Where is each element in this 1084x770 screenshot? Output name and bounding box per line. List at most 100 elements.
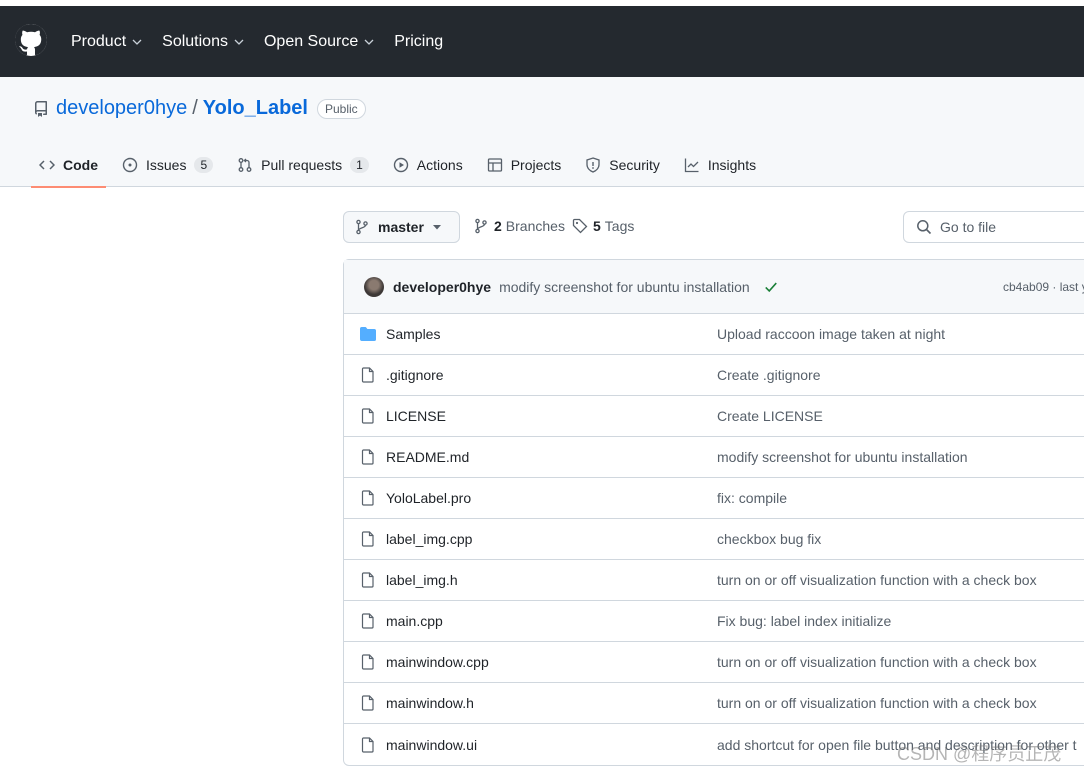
file-name-link[interactable]: LICENSE: [386, 408, 446, 424]
commit-message-link[interactable]: modify screenshot for ubuntu installatio…: [499, 279, 750, 295]
tab-code-label: Code: [63, 157, 98, 173]
branches-link[interactable]: 2 Branches: [473, 218, 565, 234]
issues-counter: 5: [194, 157, 214, 173]
file-name-link[interactable]: YoloLabel.pro: [386, 490, 471, 506]
tab-pull-requests[interactable]: Pull requests 1: [229, 143, 377, 187]
file-name-link[interactable]: mainwindow.h: [386, 695, 474, 711]
file-commit-message-link[interactable]: Create LICENSE: [717, 408, 823, 424]
file-commit-message-link[interactable]: modify screenshot for ubuntu installatio…: [717, 449, 968, 465]
file-name-link[interactable]: .gitignore: [386, 367, 444, 383]
visibility-badge: Public: [317, 98, 366, 119]
file-icon: [360, 449, 376, 465]
tab-actions-label: Actions: [416, 157, 463, 173]
tab-insights-label: Insights: [707, 157, 757, 173]
caret-down-icon: [433, 225, 441, 230]
nav-pricing[interactable]: Pricing: [394, 33, 443, 51]
tags-count: 5: [593, 218, 601, 234]
file-name-link[interactable]: Samples: [386, 326, 440, 342]
repo-separator: /: [192, 97, 198, 119]
commit-hash-link[interactable]: cb4ab09 · last y: [1003, 280, 1084, 294]
file-row[interactable]: mainwindow.h turn on or off visualization…: [344, 683, 1084, 724]
file-commit-message-link[interactable]: Fix bug: label index initialize: [717, 613, 891, 629]
nav-solutions[interactable]: Solutions: [162, 33, 244, 51]
avatar[interactable]: [364, 276, 384, 297]
file-icon: [360, 695, 376, 711]
file-name-link[interactable]: label_img.cpp: [386, 531, 472, 547]
tab-actions[interactable]: Actions: [385, 143, 471, 187]
github-logo-icon[interactable]: [15, 24, 47, 56]
tab-pull-requests-label: Pull requests: [261, 157, 343, 173]
go-to-file-input[interactable]: Go to file: [903, 211, 1084, 243]
git-branch-icon: [475, 218, 487, 234]
tags-link[interactable]: 5 Tags: [572, 218, 634, 234]
table-icon: [487, 158, 502, 172]
file-icon: [360, 531, 376, 547]
file-commit-message-link[interactable]: Upload raccoon image taken at night: [717, 326, 945, 342]
pull-request-icon: [238, 158, 252, 172]
file-icon: [360, 613, 376, 629]
chevron-down-icon: [234, 39, 244, 45]
tab-issues-label: Issues: [146, 157, 187, 173]
repo-title: developer0hye / Yolo_Label Public: [33, 97, 366, 120]
file-name-link[interactable]: main.cpp: [386, 613, 443, 629]
file-commit-message-link[interactable]: checkbox bug fix: [717, 531, 821, 547]
file-row[interactable]: .gitignore Create .gitignore: [344, 355, 1084, 396]
chevron-down-icon: [132, 39, 142, 45]
file-row[interactable]: label_img.h turn on or off visualization …: [344, 560, 1084, 601]
branch-selector-button[interactable]: master: [343, 211, 460, 243]
nav-open-source[interactable]: Open Source: [264, 33, 374, 51]
file-row[interactable]: mainwindow.cpp turn on or off visualizati…: [344, 642, 1084, 683]
go-to-file-placeholder: Go to file: [940, 219, 997, 235]
repo-name-link[interactable]: Yolo_Label: [203, 97, 308, 120]
tab-projects-label: Projects: [510, 157, 562, 173]
file-name-link[interactable]: mainwindow.cpp: [386, 654, 489, 670]
nav-pricing-label: Pricing: [394, 32, 444, 50]
nav-open-source-label: Open Source: [263, 32, 359, 50]
branches-label: Branches: [505, 218, 565, 234]
file-row[interactable]: LICENSE Create LICENSE: [344, 396, 1084, 437]
file-row[interactable]: main.cpp Fix bug: label index initialize: [344, 601, 1084, 642]
file-commit-message-link[interactable]: turn on or off visualization function wi…: [717, 654, 1037, 670]
tab-insights[interactable]: Insights: [676, 143, 764, 187]
repo-icon: [34, 100, 47, 117]
latest-commit-row: developer0hye modify screenshot for ubun…: [344, 260, 1084, 314]
branch-name: master: [378, 219, 424, 235]
file-commit-message-link[interactable]: turn on or off visualization function wi…: [717, 695, 1037, 711]
issue-icon: [122, 157, 138, 173]
tags-label: Tags: [604, 218, 635, 234]
tab-security[interactable]: Security: [577, 143, 668, 187]
tab-projects[interactable]: Projects: [479, 143, 570, 187]
tag-icon: [572, 218, 588, 234]
nav-product-label: Product: [71, 32, 127, 50]
tab-security-label: Security: [609, 157, 660, 173]
search-icon: [917, 220, 932, 235]
top-nav: Product Solutions Open Source Pricing: [71, 6, 463, 77]
tab-code[interactable]: Code: [31, 143, 106, 188]
file-commit-message-link[interactable]: Create .gitignore: [717, 367, 821, 383]
file-row[interactable]: YoloLabel.pro fix: compile: [344, 478, 1084, 519]
check-icon[interactable]: [764, 280, 778, 294]
repo-owner-link[interactable]: developer0hye: [56, 97, 187, 120]
file-icon: [360, 572, 376, 588]
file-commit-message-link[interactable]: turn on or off visualization function wi…: [717, 572, 1037, 588]
tab-issues[interactable]: Issues 5: [114, 143, 221, 187]
file-row[interactable]: label_img.cpp checkbox bug fix: [344, 519, 1084, 560]
code-icon: [39, 160, 55, 170]
file-row[interactable]: Samples Upload raccoon image taken at nig…: [344, 314, 1084, 355]
file-name-link[interactable]: README.md: [386, 449, 469, 465]
branches-count: 2: [494, 218, 502, 234]
file-commit-message-link[interactable]: fix: compile: [717, 490, 787, 506]
file-table: developer0hye modify screenshot for ubun…: [343, 259, 1084, 766]
watermark: CSDN @程序员正茂: [897, 744, 1062, 764]
shield-icon: [586, 157, 600, 173]
commit-author-link[interactable]: developer0hye: [393, 279, 491, 295]
file-name-link[interactable]: label_img.h: [386, 572, 458, 588]
file-icon: [360, 408, 376, 424]
nav-product[interactable]: Product: [71, 33, 142, 51]
file-name-link[interactable]: mainwindow.ui: [386, 737, 477, 753]
repo-tabs: Code Issues 5 Pull requests 1 Actions Pr…: [31, 143, 772, 188]
folder-icon: [360, 326, 376, 342]
file-row[interactable]: README.md modify screenshot for ubuntu in…: [344, 437, 1084, 478]
play-icon: [393, 157, 408, 173]
file-icon: [360, 367, 376, 383]
